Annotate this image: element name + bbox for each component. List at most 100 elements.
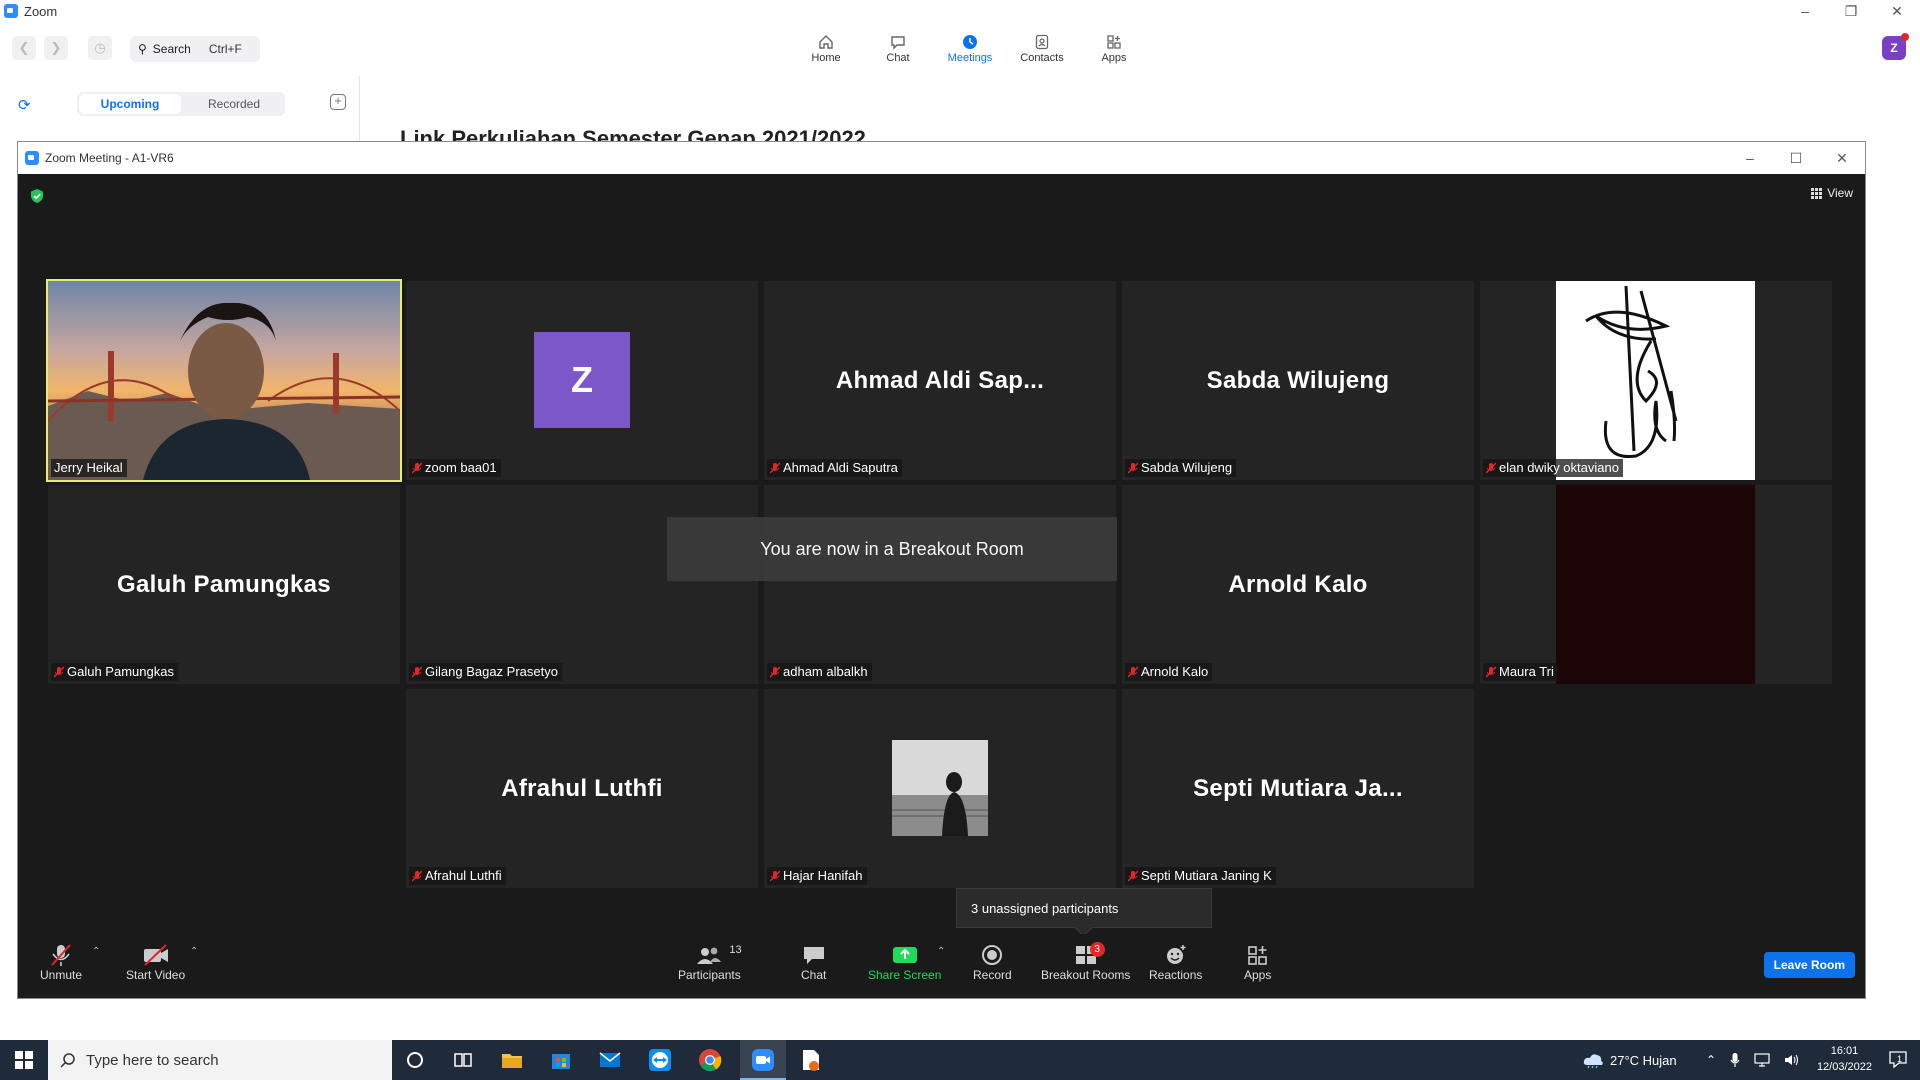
store-icon[interactable] xyxy=(549,1048,573,1072)
nav-meetings[interactable]: Meetings xyxy=(934,32,1006,64)
windows-taskbar: Type here to search 27°C Hujan ⌃ 16:01 1… xyxy=(0,1040,1920,1080)
volume-icon[interactable] xyxy=(1784,1053,1800,1067)
apps-icon xyxy=(1247,942,1269,968)
forward-arrow-icon[interactable]: ❯ xyxy=(44,36,68,60)
leave-room-button[interactable]: Leave Room xyxy=(1763,952,1855,978)
audio-options-caret-icon[interactable]: ⌃ xyxy=(92,946,100,957)
view-button[interactable]: View xyxy=(1811,186,1853,200)
app-header: ❮ ❯ ◷ ⚲ Search Ctrl+F Home Chat Meetings xyxy=(0,22,1920,76)
add-meeting-icon[interactable]: + xyxy=(330,94,346,110)
minimize-icon[interactable]: – xyxy=(1727,142,1773,174)
video-tile[interactable]: Hajar Hanifah xyxy=(764,689,1116,888)
taskbar-clock[interactable]: 16:01 12/03/2022 xyxy=(1817,1043,1872,1075)
view-label: View xyxy=(1827,186,1853,200)
breakout-badge: 3 xyxy=(1089,942,1105,957)
encryption-shield-icon[interactable] xyxy=(30,188,44,204)
participant-name: zoom baa01 xyxy=(425,460,497,475)
participant-avatar: Z xyxy=(534,332,630,428)
participant-name-label: Jerry Heikal xyxy=(51,459,127,477)
video-tile[interactable]: Jerry Heikal xyxy=(46,279,402,482)
chat-button[interactable]: Chat xyxy=(801,942,826,982)
mic-muted-icon xyxy=(1486,462,1496,474)
maximize-icon[interactable]: ☐ xyxy=(1773,142,1819,174)
tab-recorded[interactable]: Recorded xyxy=(183,92,285,116)
app-search-box[interactable]: ⚲ Search Ctrl+F xyxy=(130,36,260,62)
mic-muted-icon xyxy=(1128,870,1138,882)
nav-chat[interactable]: Chat xyxy=(862,32,934,64)
apps-button[interactable]: Apps xyxy=(1244,942,1271,982)
reactions-button[interactable]: Reactions xyxy=(1149,942,1202,982)
profile-avatar[interactable]: Z xyxy=(1882,33,1909,60)
mic-muted-icon xyxy=(412,666,422,678)
video-tile[interactable]: Galuh Pamungkas Galuh Pamungkas xyxy=(48,485,400,684)
mic-muted-icon xyxy=(1486,666,1496,678)
mic-muted-icon xyxy=(1128,666,1138,678)
home-icon xyxy=(818,32,834,52)
nav-home[interactable]: Home xyxy=(790,32,862,64)
video-tile[interactable]: Septi Mutiara Ja... Septi Mutiara Janing… xyxy=(1122,689,1474,888)
participants-button[interactable]: 13 Participants xyxy=(678,942,742,982)
show-hidden-icons-icon[interactable]: ⌃ xyxy=(1706,1053,1716,1067)
minimize-icon[interactable]: – xyxy=(1782,0,1828,22)
video-tile[interactable]: Z zoom baa01 xyxy=(406,281,758,480)
notification-count: 1 xyxy=(1897,1054,1903,1064)
file-explorer-icon[interactable] xyxy=(500,1048,524,1072)
zoom-app-icon xyxy=(752,1049,774,1071)
microphone-icon[interactable] xyxy=(1730,1052,1740,1068)
task-view-icon[interactable] xyxy=(451,1048,475,1072)
start-video-label: Start Video xyxy=(126,968,186,982)
close-icon[interactable]: ✕ xyxy=(1819,142,1865,174)
mail-icon[interactable] xyxy=(598,1048,622,1072)
teamviewer-icon[interactable] xyxy=(648,1048,672,1072)
share-options-caret-icon[interactable]: ⌃ xyxy=(937,946,945,957)
weather-rain-icon xyxy=(1583,1054,1603,1069)
refresh-icon[interactable]: ⟳ xyxy=(18,96,31,114)
mic-muted-icon xyxy=(770,666,780,678)
video-tile[interactable]: Sabda Wilujeng Sabda Wilujeng xyxy=(1122,281,1474,480)
tab-upcoming[interactable]: Upcoming xyxy=(79,94,181,114)
record-label: Record xyxy=(973,968,1012,982)
history-icon[interactable]: ◷ xyxy=(88,36,112,60)
start-button[interactable] xyxy=(0,1040,48,1080)
grid-view-icon xyxy=(1811,187,1823,199)
breakout-rooms-button[interactable]: 3 Breakout Rooms xyxy=(1041,942,1130,982)
chrome-icon[interactable] xyxy=(698,1048,722,1072)
top-nav: Home Chat Meetings Contacts Apps xyxy=(790,32,1150,64)
document-app-icon[interactable] xyxy=(799,1048,823,1072)
video-tile[interactable]: Arnold Kalo Arnold Kalo xyxy=(1122,485,1474,684)
video-tile[interactable]: Afrahul Luthfi Afrahul Luthfi xyxy=(406,689,758,888)
zoom-taskbar-button[interactable] xyxy=(740,1040,786,1080)
video-tile[interactable]: Maura Tri xyxy=(1480,485,1832,684)
taskbar-search-box[interactable]: Type here to search xyxy=(48,1040,392,1080)
chat-icon xyxy=(890,32,906,52)
cortana-icon[interactable] xyxy=(403,1048,427,1072)
participant-display-name: Galuh Pamungkas xyxy=(117,570,331,598)
video-tile[interactable]: elan dwiky oktaviano xyxy=(1480,281,1832,480)
start-video-button[interactable]: Start Video xyxy=(126,942,185,982)
reactions-icon xyxy=(1164,942,1188,968)
unmute-label: Unmute xyxy=(40,968,83,982)
video-tile[interactable]: Gilang Bagaz Prasetyo xyxy=(406,485,758,684)
video-tile[interactable]: adham albalkh xyxy=(764,485,1116,684)
system-tray: ⌃ xyxy=(1706,1040,1800,1080)
mic-muted-icon xyxy=(412,462,422,474)
close-icon[interactable]: ✕ xyxy=(1874,0,1920,22)
network-icon[interactable] xyxy=(1754,1053,1770,1067)
participant-name-label: Galuh Pamungkas xyxy=(51,663,178,681)
weather-widget[interactable]: 27°C Hujan xyxy=(1582,1040,1677,1080)
video-options-caret-icon[interactable]: ⌃ xyxy=(190,946,198,957)
nav-contacts[interactable]: Contacts xyxy=(1006,32,1078,64)
record-button[interactable]: Record xyxy=(973,942,1012,982)
participant-name: Arnold Kalo xyxy=(1141,664,1209,679)
nav-apps[interactable]: Apps xyxy=(1078,32,1150,64)
participant-display-name xyxy=(406,485,758,684)
unmute-button[interactable]: Unmute xyxy=(40,942,82,982)
notifications-button[interactable]: 1 xyxy=(1888,1049,1910,1071)
participant-name-label: Afrahul Luthfi xyxy=(409,867,506,885)
video-tile[interactable]: Ahmad Aldi Sap... Ahmad Aldi Saputra xyxy=(764,281,1116,480)
zoom-logo-icon xyxy=(4,4,18,18)
restore-icon[interactable]: ❐ xyxy=(1828,0,1874,22)
nav-chat-label: Chat xyxy=(886,52,910,64)
share-screen-button[interactable]: Share Screen xyxy=(868,942,941,982)
back-arrow-icon[interactable]: ❮ xyxy=(12,36,36,60)
